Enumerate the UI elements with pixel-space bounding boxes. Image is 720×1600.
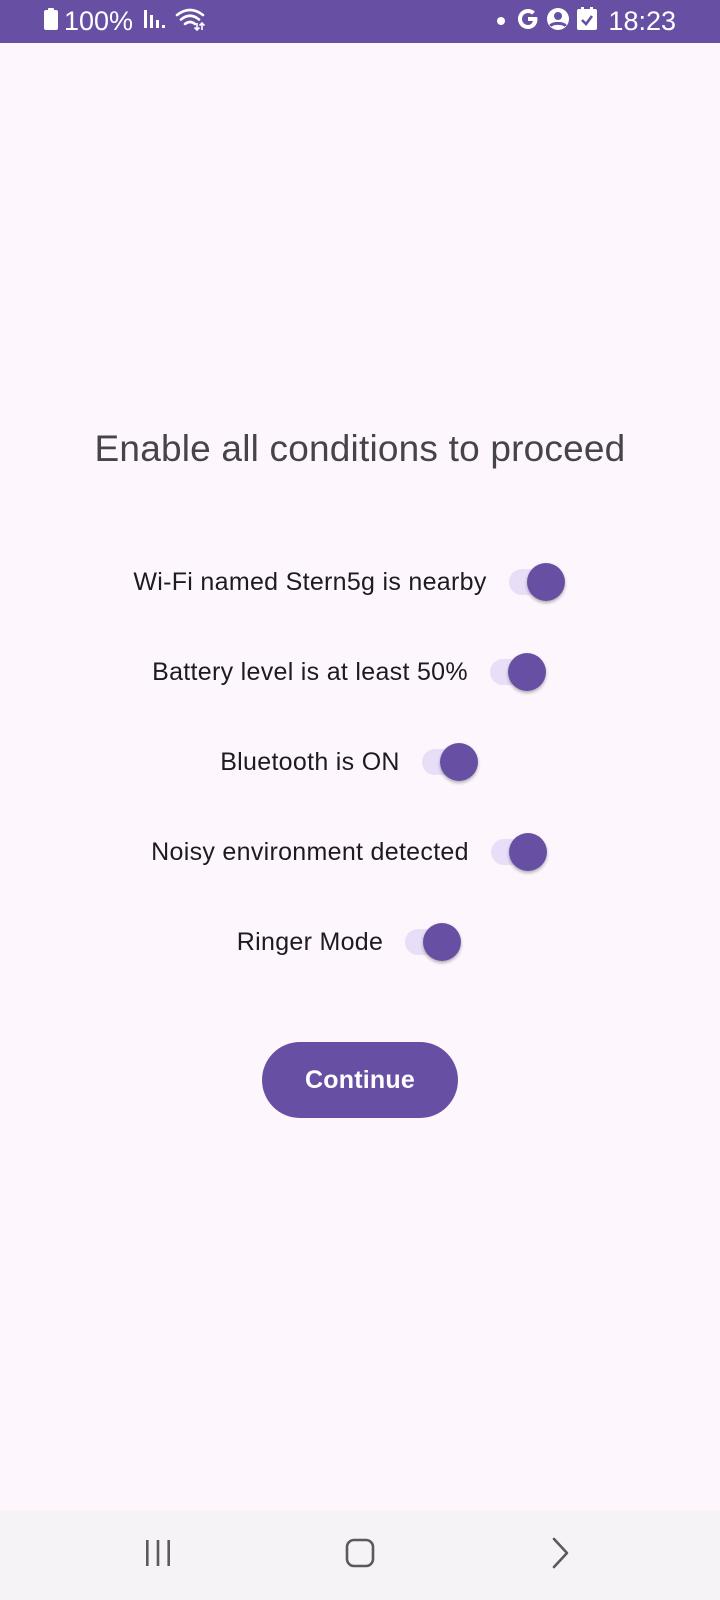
back-icon xyxy=(548,1536,572,1575)
condition-row-bluetooth: Bluetooth is ON xyxy=(0,717,708,807)
notification-dot-icon xyxy=(496,13,506,31)
recents-button[interactable] xyxy=(98,1510,218,1600)
battery-percentage: 100% xyxy=(64,6,134,36)
condition-label-ringer: Ringer Mode xyxy=(236,927,384,956)
condition-row-noise: Noisy environment detected xyxy=(0,807,708,897)
wifi-switch[interactable] xyxy=(508,562,565,602)
noise-switch[interactable] xyxy=(490,832,547,872)
condition-label-noise: Noisy environment detected xyxy=(151,837,469,866)
home-button[interactable] xyxy=(300,1510,420,1600)
recents-icon xyxy=(143,1538,173,1573)
condition-row-ringer: Ringer Mode xyxy=(0,897,708,987)
battery-icon xyxy=(44,8,58,35)
continue-button[interactable]: Continue xyxy=(262,1042,458,1118)
back-button[interactable] xyxy=(500,1510,620,1600)
checkbox-icon xyxy=(576,7,598,36)
condition-label-wifi: Wi-Fi named Stern5g is nearby xyxy=(133,567,487,596)
wifi-icon xyxy=(175,7,206,36)
page-title: Enable all conditions to proceed xyxy=(94,428,626,469)
condition-label-battery: Battery level is at least 50% xyxy=(152,657,468,686)
bluetooth-switch[interactable] xyxy=(421,742,478,782)
condition-row-wifi: Wi-Fi named Stern5g is nearby xyxy=(0,537,708,627)
switch-thumb xyxy=(423,923,462,961)
battery-switch[interactable] xyxy=(489,652,546,692)
conditions-list: Wi-Fi named Stern5g is nearby Battery le… xyxy=(0,537,720,987)
ringer-switch[interactable] xyxy=(405,922,462,962)
status-bar: 100% 18:23 xyxy=(0,0,720,43)
signal-icon xyxy=(143,8,166,35)
account-icon xyxy=(546,7,570,36)
google-icon xyxy=(516,7,540,36)
switch-thumb xyxy=(526,563,565,601)
condition-label-bluetooth: Bluetooth is ON xyxy=(220,747,400,776)
status-bar-left: 100% xyxy=(44,0,206,43)
status-bar-right: 18:23 xyxy=(496,0,676,43)
home-icon xyxy=(344,1537,376,1574)
navigation-bar xyxy=(0,1510,720,1600)
status-time: 18:23 xyxy=(608,6,676,36)
switch-thumb xyxy=(439,743,478,781)
switch-thumb xyxy=(507,653,546,691)
condition-row-battery: Battery level is at least 50% xyxy=(0,627,708,717)
switch-thumb xyxy=(508,833,547,871)
